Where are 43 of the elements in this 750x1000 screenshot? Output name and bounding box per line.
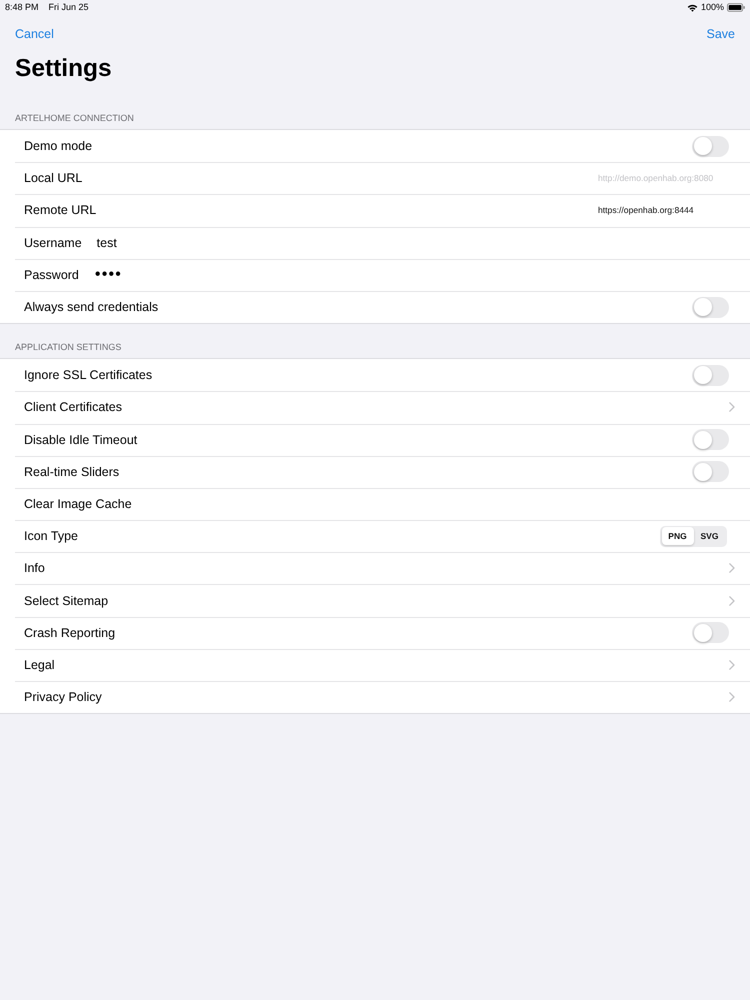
- toggle-switch[interactable]: [692, 429, 729, 450]
- list-item[interactable]: Privacy Policy: [0, 681, 750, 714]
- setting-label: Always send credentials: [24, 299, 158, 316]
- setting-label: Password: [24, 266, 79, 283]
- toggle-switch[interactable]: [692, 364, 729, 386]
- section-header: APPLICATION SETTINGS: [15, 342, 122, 352]
- list-item[interactable]: Client Certificates: [0, 391, 750, 424]
- setting-label: Username: [24, 234, 82, 251]
- toggle-switch[interactable]: [692, 296, 729, 318]
- setting-label: Disable Idle Timeout: [24, 432, 138, 448]
- list-item[interactable]: Select Sitemap: [0, 584, 750, 617]
- chevron-right-icon: [729, 660, 735, 670]
- status-date: Fri Jun 25: [48, 2, 89, 13]
- page-title: Settings: [15, 54, 112, 84]
- password-field[interactable]: ••••: [94, 266, 122, 283]
- setting-label: Remote URL: [24, 202, 96, 218]
- text-field[interactable]: https://openhab.org:8444: [598, 204, 729, 216]
- toggle-switch[interactable]: [692, 622, 729, 644]
- segment-option[interactable]: SVG: [694, 527, 726, 546]
- battery-percent: 100%: [700, 2, 724, 13]
- chevron-right-icon: [729, 692, 735, 702]
- segment-option[interactable]: PNG: [662, 527, 694, 546]
- toggle-switch[interactable]: [692, 136, 729, 157]
- chevron-right-icon: [729, 563, 735, 574]
- setting-label: Local URL: [24, 170, 82, 186]
- text-field[interactable]: test: [96, 234, 117, 251]
- toggle-switch[interactable]: [692, 461, 729, 482]
- chevron-right-icon: [729, 596, 735, 606]
- chevron-right-icon: [729, 402, 735, 412]
- save-button[interactable]: Save: [706, 26, 735, 42]
- section-header: ARTELHOME CONNECTION: [15, 113, 134, 123]
- setting-label: Demo mode: [24, 138, 92, 154]
- setting-label: Ignore SSL Certificates: [24, 367, 152, 384]
- status-time: 8:48 PM: [5, 2, 39, 13]
- cancel-button[interactable]: Cancel: [15, 26, 54, 42]
- list-item[interactable]: Clear Image Cache: [0, 488, 750, 520]
- setting-label: Icon Type: [24, 528, 78, 544]
- setting-label: Real-time Sliders: [24, 464, 120, 480]
- list-item[interactable]: Legal: [0, 648, 750, 681]
- wifi-icon: [686, 4, 698, 12]
- setting-label: Crash Reporting: [24, 624, 116, 641]
- battery-icon: [727, 3, 745, 12]
- list-item[interactable]: Info: [0, 552, 750, 584]
